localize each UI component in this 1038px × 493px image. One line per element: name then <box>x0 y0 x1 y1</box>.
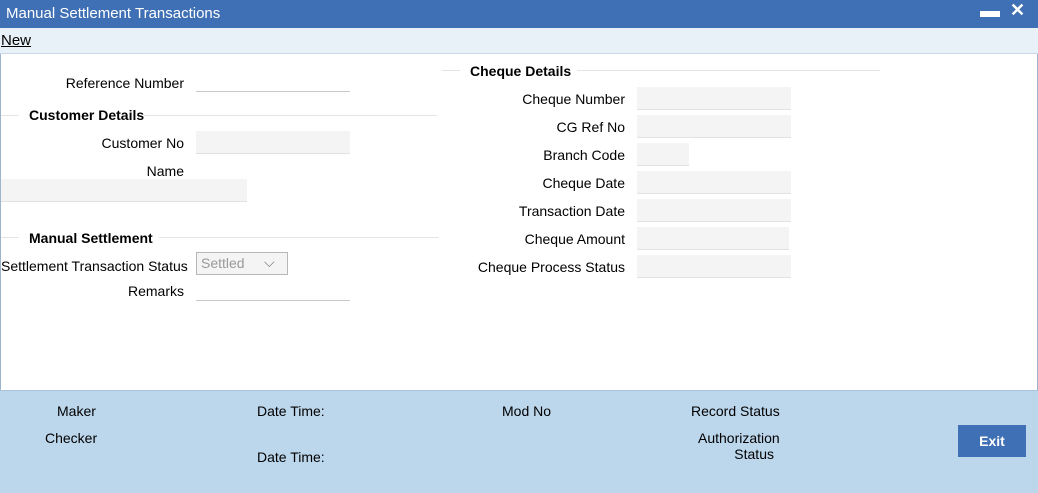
window-titlebar: Manual Settlement Transactions ▬ ✕ <box>0 0 1038 28</box>
authorization-status-label-line1: Authorization <box>698 430 780 446</box>
cheque-date-label: Cheque Date <box>542 175 625 191</box>
cg-ref-no-field[interactable] <box>637 115 791 138</box>
customer-no-label: Customer No <box>101 135 184 151</box>
customer-no-field[interactable] <box>196 131 350 154</box>
authorization-status-label-line2: Status <box>734 446 774 462</box>
close-icon[interactable]: ✕ <box>1010 0 1025 21</box>
customer-details-heading: Customer Details <box>29 107 145 123</box>
window-title: Manual Settlement Transactions <box>6 5 221 22</box>
checker-date-time-label: Date Time: <box>257 449 325 465</box>
branch-code-field[interactable] <box>637 143 689 166</box>
minimize-icon[interactable]: ▬ <box>980 0 1000 23</box>
settlement-status-value: Settled <box>201 255 245 271</box>
exit-button[interactable]: Exit <box>958 425 1026 457</box>
audit-footer: Maker Checker Date Time: Date Time: Mod … <box>0 390 1038 493</box>
reference-number-label: Reference Number <box>65 75 184 91</box>
maker-date-time-label: Date Time: <box>257 403 325 419</box>
remarks-label: Remarks <box>127 283 184 299</box>
new-link[interactable]: New <box>1 32 31 49</box>
cheque-details-heading: Cheque Details <box>470 63 572 79</box>
remarks-field[interactable] <box>196 280 350 301</box>
section-divider <box>1 237 19 238</box>
cheque-process-status-field[interactable] <box>637 255 791 278</box>
manual-settlement-heading: Manual Settlement <box>29 230 153 246</box>
record-status-label: Record Status <box>691 403 780 419</box>
main-form: Reference Number Customer Details Custom… <box>0 54 1038 390</box>
cheque-number-field[interactable] <box>637 87 791 110</box>
mod-no-label: Mod No <box>502 403 552 419</box>
maker-label: Maker <box>57 403 96 419</box>
transaction-date-field[interactable] <box>637 199 791 222</box>
reference-number-field[interactable] <box>196 71 350 92</box>
cheque-process-status-label: Cheque Process Status <box>477 259 625 275</box>
name-field[interactable] <box>1 179 247 202</box>
section-divider <box>442 70 460 71</box>
settlement-status-select[interactable]: Settled ⌵ <box>196 252 288 275</box>
cg-ref-no-label: CG Ref No <box>556 119 625 135</box>
section-divider <box>144 115 437 116</box>
cheque-amount-field[interactable] <box>637 227 789 250</box>
chevron-down-icon: ⌵ <box>264 254 275 270</box>
section-divider <box>1 115 19 116</box>
checker-label: Checker <box>45 430 98 446</box>
cheque-amount-label: Cheque Amount <box>524 231 625 247</box>
settlement-status-label: Settlement Transaction Status <box>1 258 188 274</box>
name-label: Name <box>146 163 184 179</box>
section-divider <box>577 70 880 71</box>
toolbar: New <box>0 28 1038 54</box>
transaction-date-label: Transaction Date <box>518 203 625 219</box>
section-divider <box>159 237 439 238</box>
cheque-number-label: Cheque Number <box>522 91 625 107</box>
branch-code-label: Branch Code <box>543 147 625 163</box>
cheque-date-field[interactable] <box>637 171 791 194</box>
